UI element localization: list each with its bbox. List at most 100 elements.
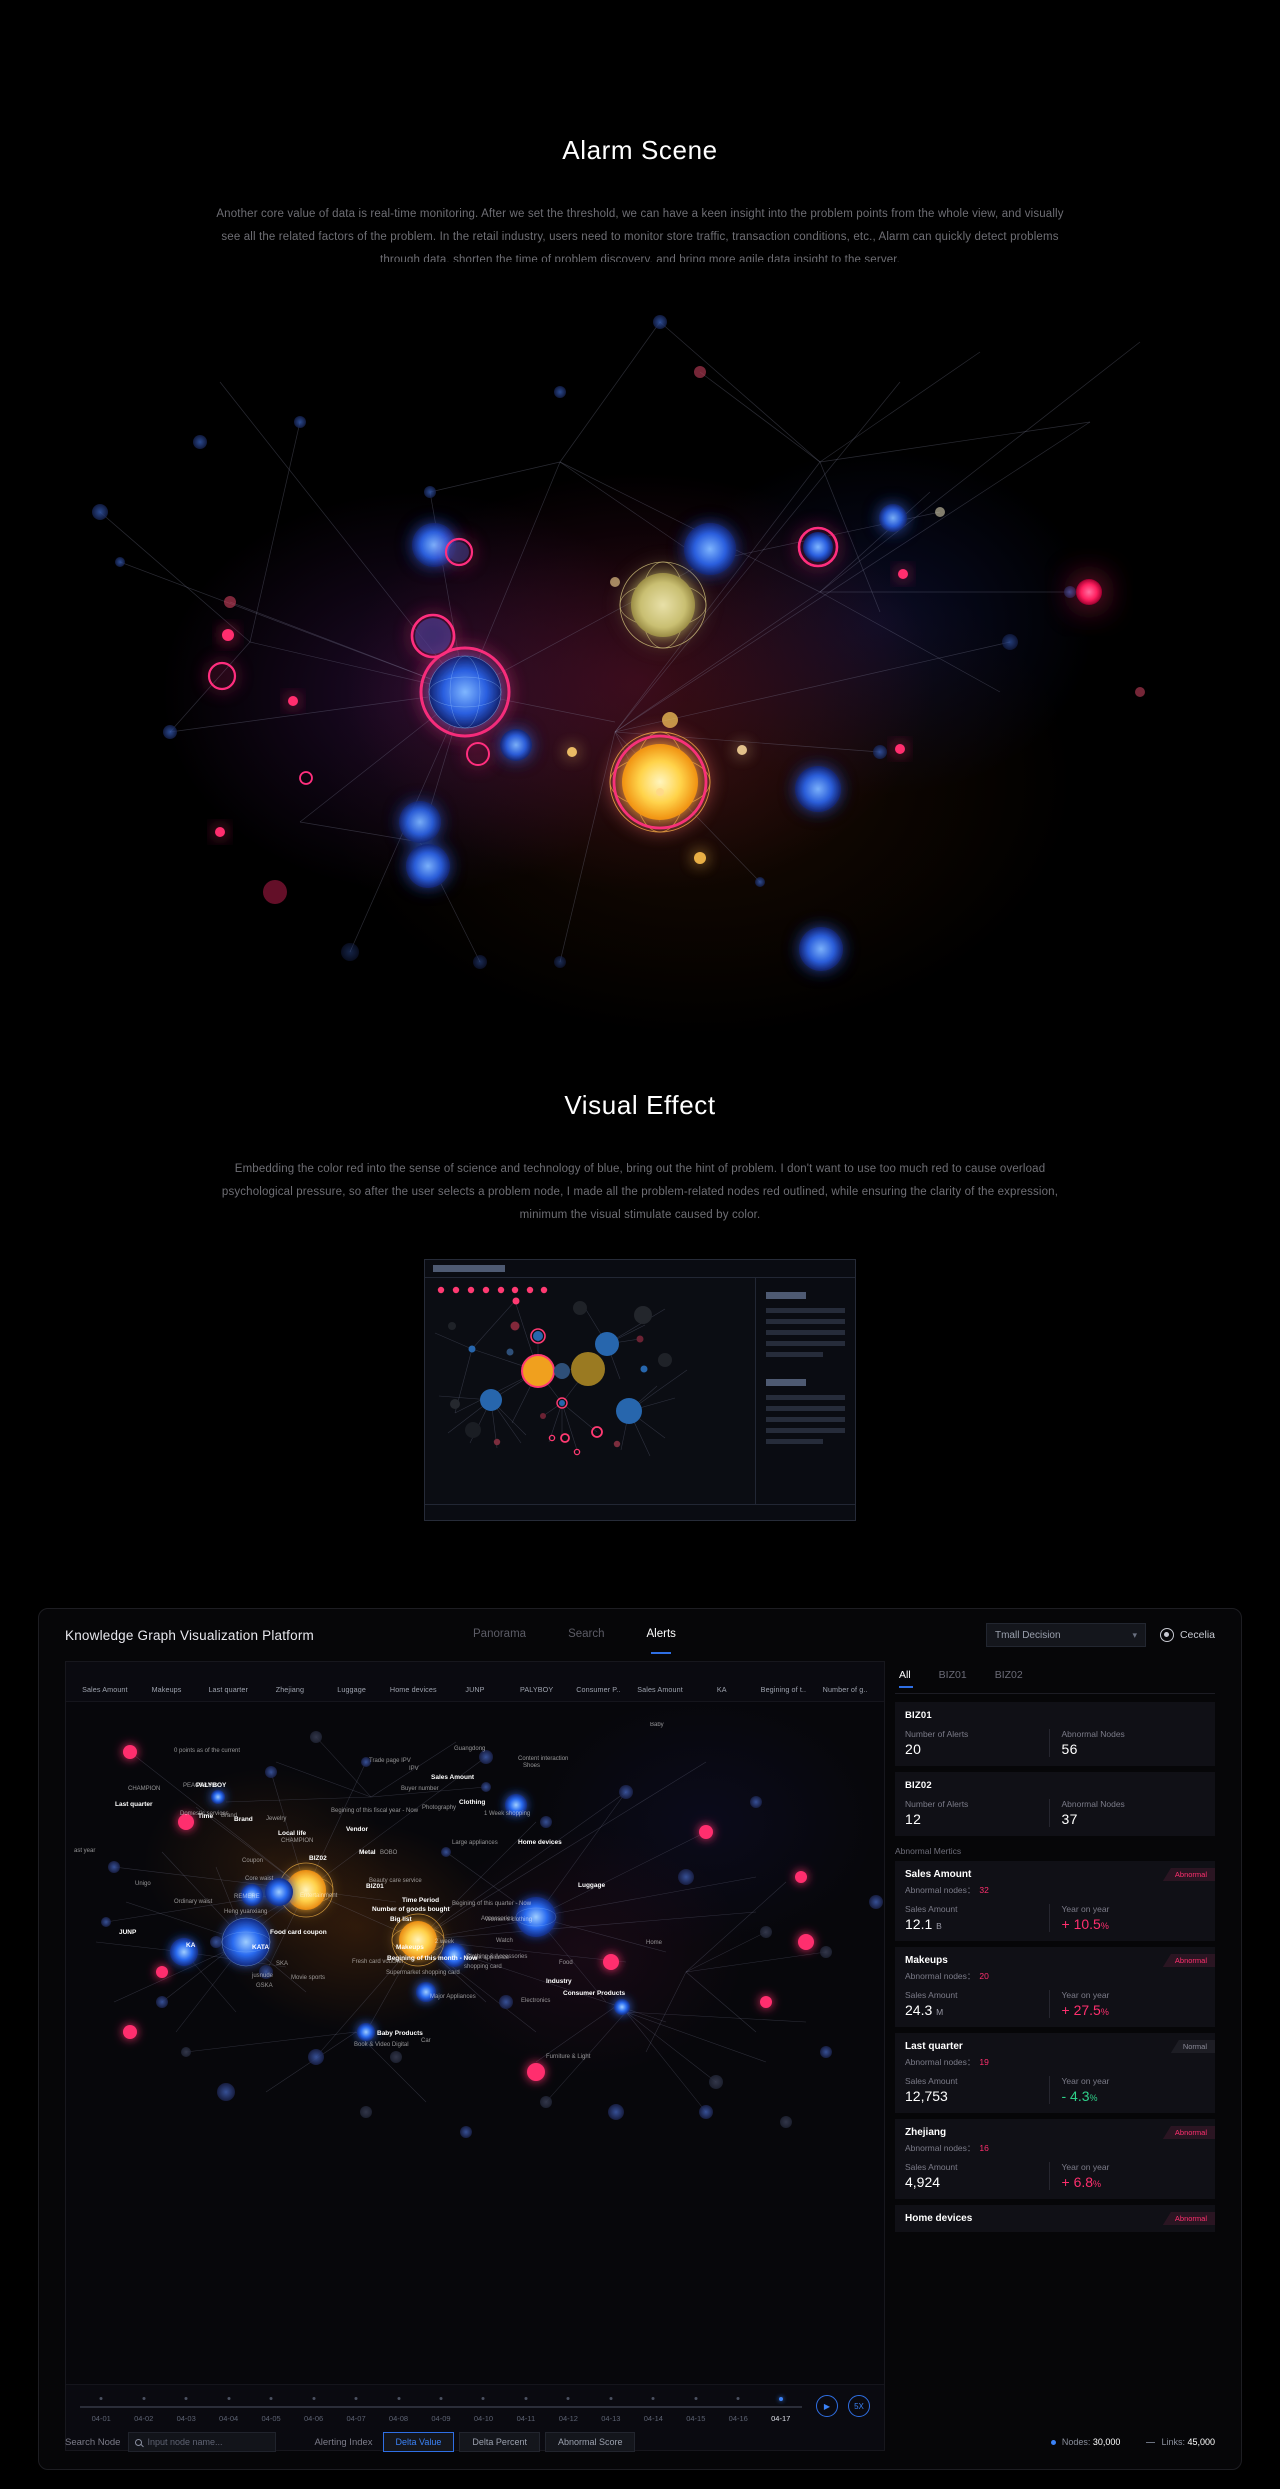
svg-text:Ordinary waist: Ordinary waist xyxy=(174,1899,213,1905)
alert-chip[interactable]: PALYBOY xyxy=(506,1679,568,1697)
svg-text:jusnude: jusnude xyxy=(251,1973,274,1979)
svg-text:KATA: KATA xyxy=(252,1944,269,1951)
alert-chip[interactable]: Consumer P.. xyxy=(568,1679,630,1697)
timeline-tick[interactable]: 04-12 xyxy=(547,2397,589,2423)
timeline-tick[interactable]: 04-10 xyxy=(462,2397,504,2423)
metric-title: Zhejiang xyxy=(905,2127,947,2138)
timeline-tick-current[interactable]: 04-17 xyxy=(760,2397,802,2423)
alert-chip[interactable]: KA xyxy=(691,1679,753,1697)
timeline-tick[interactable]: 04-07 xyxy=(335,2397,377,2423)
svg-text:Large appliances: Large appliances xyxy=(452,1840,498,1846)
alert-chip[interactable]: Makeups xyxy=(136,1679,198,1697)
timeline-tick[interactable]: 04-01 xyxy=(80,2397,122,2423)
metric-kpis: Sales Amount 12.1 B Year on year + 10.5% xyxy=(905,1904,1205,1932)
svg-text:Makeups: Makeups xyxy=(396,1944,424,1951)
timeline-tick[interactable]: 04-14 xyxy=(632,2397,674,2423)
alert-chip[interactable]: Zhejiang xyxy=(259,1679,321,1697)
svg-text:BIZ01: BIZ01 xyxy=(366,1883,384,1890)
nav-search[interactable]: Search xyxy=(568,1628,604,1642)
svg-text:Major Appliances: Major Appliances xyxy=(430,1994,476,2000)
svg-text:REMERE: REMERE xyxy=(234,1894,260,1900)
timeline-tick[interactable]: 04-08 xyxy=(377,2397,419,2423)
alert-chip-label: Sales Amount xyxy=(82,1685,128,1694)
biz-card-name: BIZ01 xyxy=(905,1710,932,1721)
graph-legend: Nodes: 30,000 Links: 45,000 xyxy=(1050,2437,1215,2447)
metric-yoy-label: Year on year xyxy=(1061,2162,1110,2172)
svg-text:Entertainment: Entertainment xyxy=(300,1893,338,1899)
dashboard-body: Sales Amount Makeups Last quarter Zhejia… xyxy=(39,1661,1241,2451)
timeline-tick[interactable]: 04-11 xyxy=(505,2397,547,2423)
nav-alerts[interactable]: Alerts xyxy=(647,1628,676,1642)
svg-text:Shoes: Shoes xyxy=(523,1763,540,1769)
mockup-line xyxy=(766,1428,845,1433)
svg-text:Begining of this month - Now: Begining of this month - Now xyxy=(387,1955,478,1962)
segment-delta-percent[interactable]: Delta Percent xyxy=(459,2432,540,2452)
kpi-alerts: Number of Alerts 20 xyxy=(905,1729,1049,1757)
biz-card[interactable]: BIZ01 Number of Alerts 20 Abnormal Nodes… xyxy=(895,1702,1215,1766)
hero-graph-svg xyxy=(92,315,1145,971)
alert-chip-label: Number of g.. xyxy=(822,1685,868,1694)
alert-chip[interactable]: Number of g.. xyxy=(814,1679,876,1697)
segment-abnormal-score[interactable]: Abnormal Score xyxy=(544,2432,636,2452)
timeline-tick[interactable]: 04-03 xyxy=(165,2397,207,2423)
kpi-label: Abnormal Nodes xyxy=(1061,1799,1125,1809)
timeline-tick[interactable]: 04-02 xyxy=(122,2397,164,2423)
nav-panorama[interactable]: Panorama xyxy=(473,1628,526,1642)
alert-chip-label: Luggage xyxy=(337,1685,366,1694)
alert-chip[interactable]: Home devices xyxy=(382,1679,444,1697)
legend-links: Links: 45,000 xyxy=(1146,2437,1215,2447)
graph-canvas[interactable]: 0 points as of the current ast year Guan… xyxy=(66,1702,884,2384)
metric-abnormal-nodes: Abnormal nodes： 19 xyxy=(905,2057,989,2067)
metric-amount: Sales Amount 24.3 M xyxy=(905,1990,1049,2018)
svg-text:Last quarter: Last quarter xyxy=(115,1801,153,1808)
metric-card[interactable]: Abnormal Sales Amount Abnormal nodes： 32 … xyxy=(895,1861,1215,1941)
timeline-tick[interactable]: 04-09 xyxy=(420,2397,462,2423)
kpi-alerts: Number of Alerts 12 xyxy=(905,1799,1049,1827)
tab-biz02[interactable]: BIZ02 xyxy=(995,1669,1023,1687)
timeline-tick[interactable]: 04-06 xyxy=(292,2397,334,2423)
metric-abnormal-nodes: Abnormal nodes： 20 xyxy=(905,1971,989,1981)
alert-chip-label: Makeups xyxy=(151,1685,182,1694)
metric-card[interactable]: Abnormal Zhejiang Abnormal nodes： 16 Sale… xyxy=(895,2119,1215,2199)
playback-speed-button[interactable]: 5X xyxy=(848,2395,870,2417)
alert-chip[interactable]: Sales Amount xyxy=(629,1679,691,1697)
workspace-select[interactable]: Tmall Decision ▾ xyxy=(985,1623,1146,1647)
svg-text:Number of goods bought: Number of goods bought xyxy=(372,1906,450,1913)
alert-chip[interactable]: JUNP xyxy=(444,1679,506,1697)
alert-chip-label: Begining of t.. xyxy=(760,1685,807,1694)
alert-chip[interactable]: Begining of t.. xyxy=(753,1679,815,1697)
svg-text:1 Week shopping: 1 Week shopping xyxy=(484,1811,530,1817)
tab-all[interactable]: All xyxy=(899,1669,913,1688)
svg-text:Women's clothing: Women's clothing xyxy=(485,1917,532,1923)
metric-card[interactable]: Normal Last quarter Abnormal nodes： 19 Sa… xyxy=(895,2033,1215,2113)
alarm-title: Alarm Scene xyxy=(562,135,718,165)
metric-yoy: Year on year + 10.5% xyxy=(1048,1904,1206,1932)
timeline-tick[interactable]: 04-13 xyxy=(590,2397,632,2423)
metric-amount: Sales Amount 12.1 B xyxy=(905,1904,1049,1932)
alert-chip[interactable]: Luggage xyxy=(321,1679,383,1697)
timeline-tick[interactable]: 04-16 xyxy=(717,2397,759,2423)
timeline-track[interactable]: 04-01 04-02 04-03 04-04 04-05 04-06 04-0… xyxy=(80,2397,802,2423)
graph-svg: 0 points as of the current ast year Guan… xyxy=(74,1722,883,2138)
workspace-select-value: Tmall Decision xyxy=(994,1629,1061,1641)
alerting-index-label: Alerting Index xyxy=(314,2436,373,2448)
timeline-tick[interactable]: 04-15 xyxy=(675,2397,717,2423)
tab-biz01[interactable]: BIZ01 xyxy=(939,1669,967,1687)
search-input[interactable]: Input node name... xyxy=(128,2432,277,2452)
mockup-line xyxy=(766,1439,823,1444)
alert-chip[interactable]: Sales Amount xyxy=(74,1679,136,1697)
metric-card[interactable]: Abnormal Makeups Abnormal nodes： 20 Sales… xyxy=(895,1947,1215,2027)
node-dot-icon xyxy=(1050,2440,1056,2446)
metric-card[interactable]: Abnormal Home devices xyxy=(895,2205,1215,2232)
biz-card-kpis: Number of Alerts 12 Abnormal Nodes 37 xyxy=(905,1799,1205,1827)
mockup-line xyxy=(766,1395,845,1400)
timeline-tick[interactable]: 04-04 xyxy=(207,2397,249,2423)
user-menu[interactable]: Cecelia xyxy=(1159,1628,1215,1642)
alert-chip[interactable]: Last quarter xyxy=(197,1679,259,1697)
segment-delta-value[interactable]: Delta Value xyxy=(382,2432,455,2452)
abnormal-metrics-list[interactable]: Abnormal Sales Amount Abnormal nodes： 32 … xyxy=(895,1861,1215,2451)
timeline-tick[interactable]: 04-05 xyxy=(250,2397,292,2423)
mockup-line xyxy=(766,1330,845,1335)
biz-card[interactable]: BIZ02 Number of Alerts 12 Abnormal Nodes… xyxy=(895,1772,1215,1836)
play-icon[interactable]: ▶ xyxy=(816,2395,838,2417)
